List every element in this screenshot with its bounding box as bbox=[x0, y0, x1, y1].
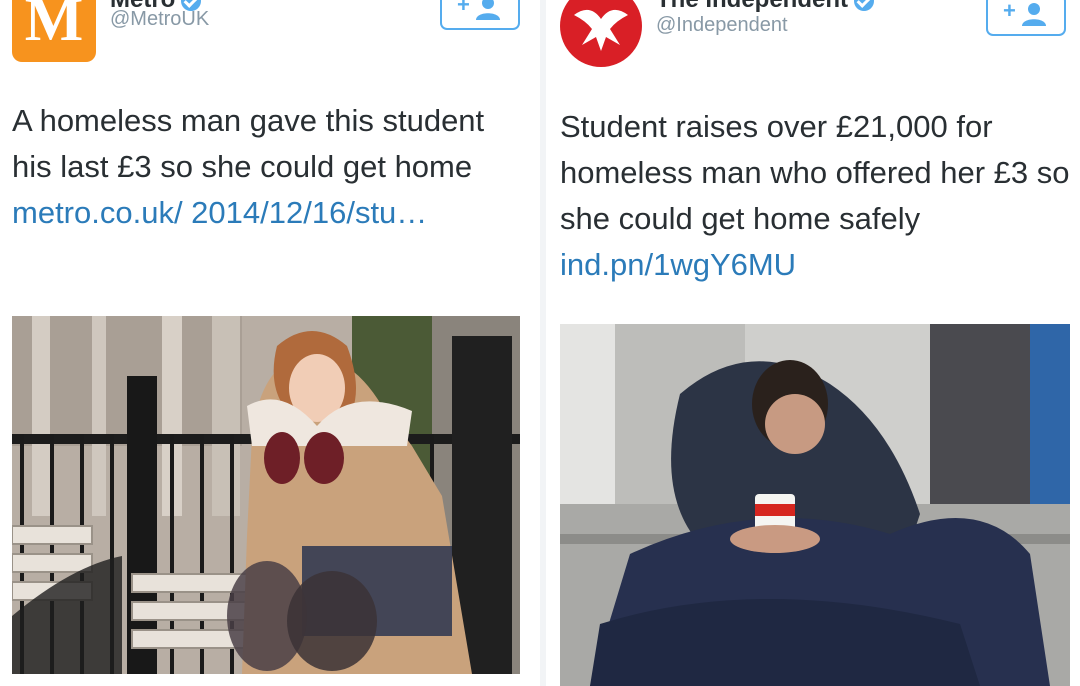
eagle-icon bbox=[574, 9, 628, 51]
student-on-bench-photo-icon bbox=[12, 316, 520, 674]
metro-avatar[interactable]: M bbox=[12, 0, 96, 62]
plus-icon: + bbox=[457, 0, 470, 17]
independent-avatar[interactable] bbox=[560, 0, 642, 67]
tweet-card-independent[interactable]: The Independent @Independent + Student r… bbox=[546, 0, 1080, 686]
tweet-link[interactable]: metro.co.uk/ 2014/12/16/stu… bbox=[12, 195, 427, 230]
tweet-link[interactable]: ind.pn/1wgY6MU bbox=[560, 247, 796, 282]
follow-button[interactable]: + bbox=[986, 0, 1066, 36]
account-name-text: The Independent bbox=[656, 0, 848, 13]
person-icon bbox=[476, 0, 500, 20]
tweet-text: A homeless man gave this student his las… bbox=[12, 98, 512, 236]
tweet-card-metro[interactable]: M Metro @MetroUK + A homeless man gave t… bbox=[0, 0, 540, 686]
tweet-body: A homeless man gave this student his las… bbox=[12, 103, 485, 184]
tweet-photo[interactable] bbox=[12, 316, 520, 674]
tweet-body: Student raises over £21,000 for homeless… bbox=[560, 109, 1070, 236]
account-handle[interactable]: @MetroUK bbox=[110, 8, 209, 31]
metro-logo-letter: M bbox=[24, 0, 84, 54]
account-handle[interactable]: @Independent bbox=[656, 14, 788, 37]
tweet-text: Student raises over £21,000 for homeless… bbox=[560, 104, 1072, 288]
person-icon bbox=[1022, 3, 1046, 26]
verified-icon bbox=[854, 0, 874, 11]
plus-icon: + bbox=[1003, 0, 1016, 23]
tweet-photo[interactable] bbox=[560, 324, 1070, 686]
follow-button[interactable]: + bbox=[440, 0, 520, 30]
account-name[interactable]: The Independent bbox=[656, 0, 874, 14]
homeless-man-photo-icon bbox=[560, 324, 1070, 686]
